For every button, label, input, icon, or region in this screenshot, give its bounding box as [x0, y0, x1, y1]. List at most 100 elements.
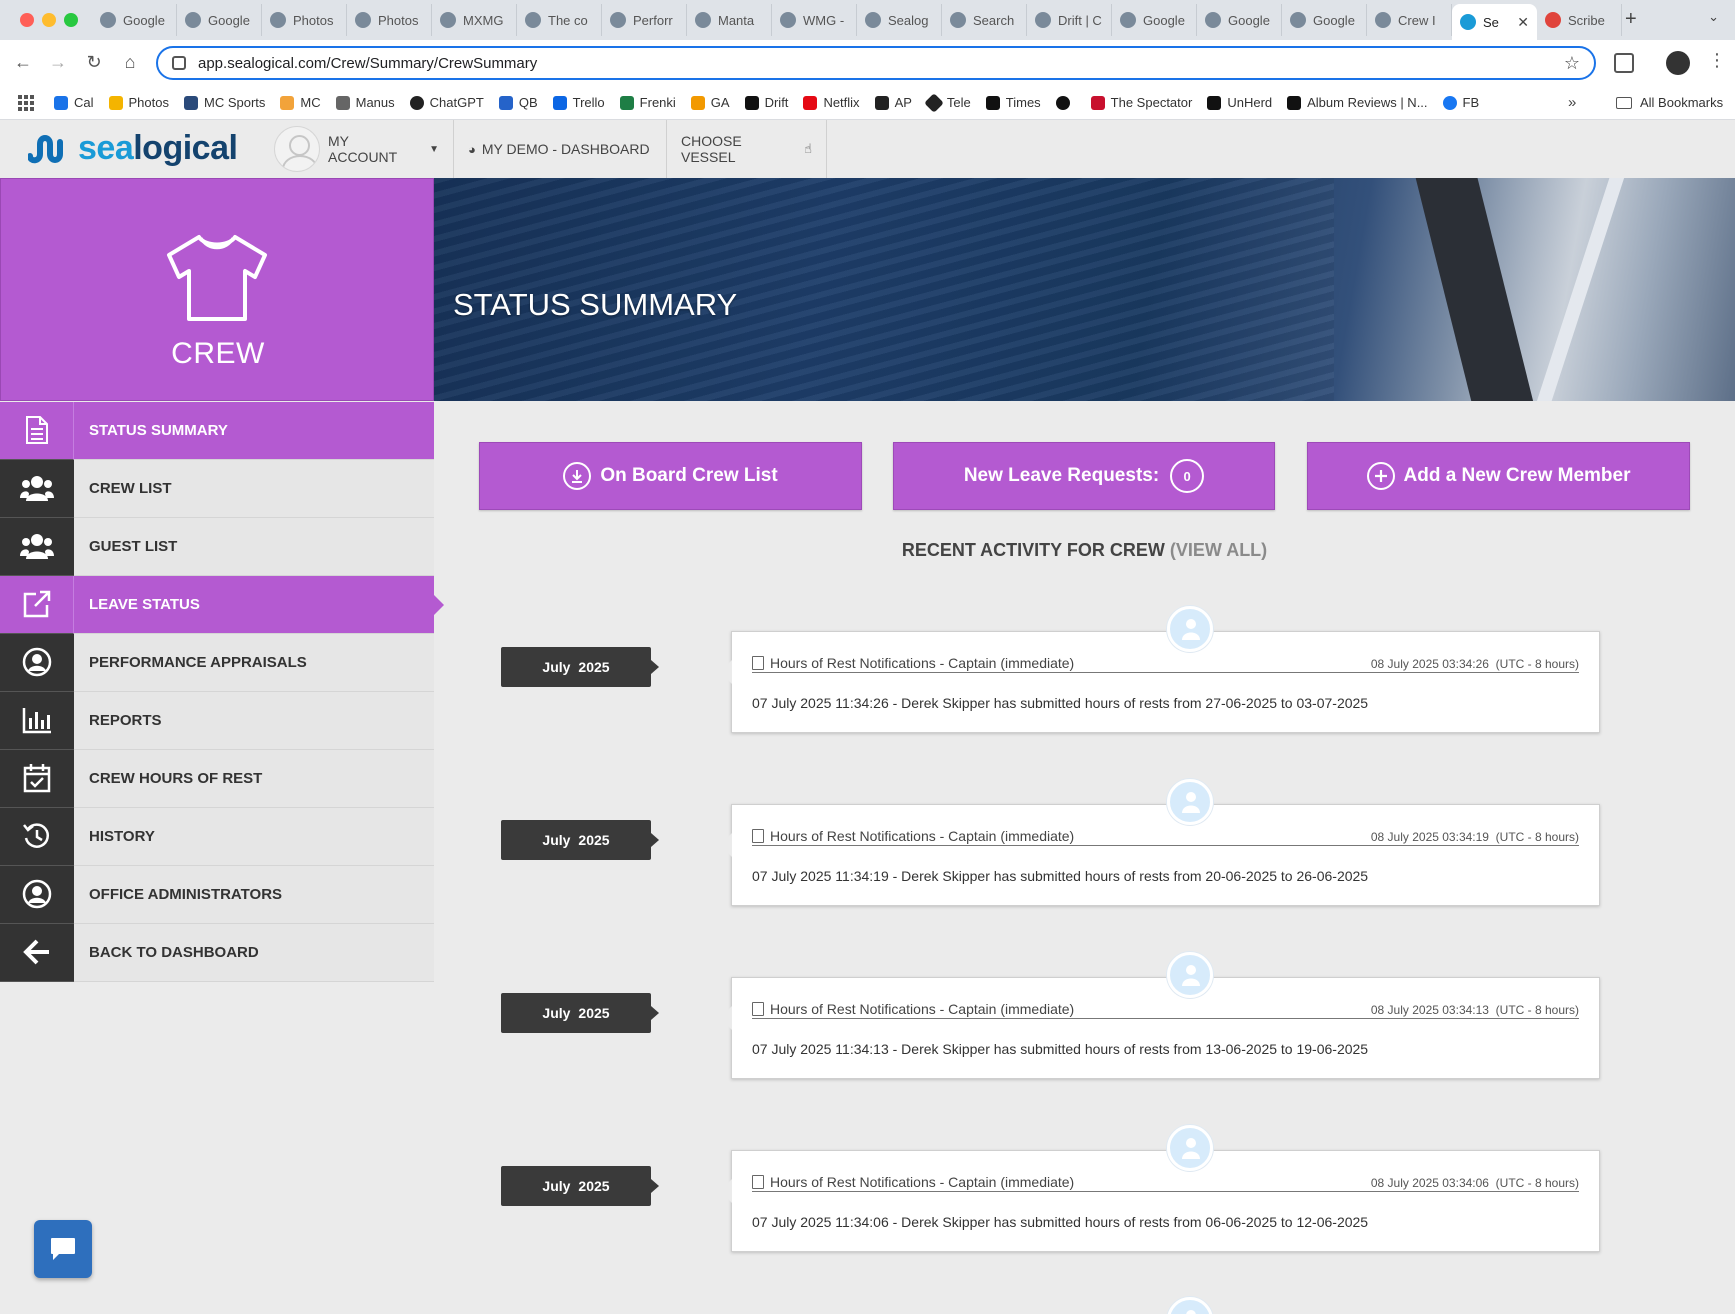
chat-widget-button[interactable]: [34, 1220, 92, 1278]
reload-icon[interactable]: ↻: [83, 52, 105, 73]
favicon-icon: [950, 12, 966, 28]
home-icon[interactable]: ⌂: [119, 52, 141, 73]
sealogical-logo[interactable]: sealogical: [28, 129, 238, 168]
browser-tab[interactable]: Search: [942, 4, 1027, 36]
bookmark-item[interactable]: FB: [1442, 95, 1479, 110]
unherd-icon: [1207, 95, 1222, 110]
bookmark-favicon-icon: [280, 95, 295, 110]
user-icon: [1182, 792, 1200, 813]
apps-grid-icon[interactable]: [18, 94, 34, 111]
bookmark-item[interactable]: MC Sports: [184, 95, 265, 110]
browser-tab[interactable]: Scribe: [1537, 4, 1622, 36]
browser-tab[interactable]: Sealog: [857, 4, 942, 36]
amazon-icon: [874, 95, 889, 110]
browser-tab[interactable]: Photos: [347, 4, 432, 36]
bookmark-item[interactable]: ChatGPT: [409, 95, 484, 110]
more-bookmarks-icon[interactable]: »: [1568, 94, 1576, 111]
bookmark-item[interactable]: AP: [874, 95, 912, 110]
new-leave-requests-button[interactable]: New Leave Requests: 0: [893, 442, 1275, 510]
sidebar-item-crew-list[interactable]: CREW LIST: [0, 459, 434, 518]
browser-tab[interactable]: Perforr: [602, 4, 687, 36]
user-icon: [1182, 619, 1200, 640]
onboard-crew-list-button[interactable]: On Board Crew List: [479, 442, 862, 510]
activity-body: 07 July 2025 11:34:19 - Derek Skipper ha…: [752, 868, 1369, 884]
bookmark-item[interactable]: UnHerd: [1207, 95, 1272, 110]
user-icon: [1182, 965, 1200, 986]
bookmark-item[interactable]: Netflix: [803, 95, 860, 110]
spectator-icon: [1090, 95, 1105, 110]
browser-tab[interactable]: Crew I: [1367, 4, 1452, 36]
browser-tab[interactable]: Google: [1112, 4, 1197, 36]
bookmark-item[interactable]: Photos: [108, 95, 169, 110]
activity-entry: July 2025 Hours of Rest Notifications - C…: [434, 951, 1735, 1121]
sidebar-item-history[interactable]: HISTORY: [0, 807, 434, 866]
bookmark-item[interactable]: Manus: [335, 95, 395, 110]
sidebar-item-reports[interactable]: REPORTS: [0, 691, 434, 750]
browser-tab[interactable]: MXMG: [432, 4, 517, 36]
browser-tab[interactable]: WMG -: [772, 4, 857, 36]
forward-arrow-icon[interactable]: →: [47, 52, 69, 73]
new-tab-button[interactable]: +: [1625, 8, 1637, 31]
activity-card[interactable]: Hours of Rest Notifications - Captain (i…: [720, 804, 1600, 906]
browser-tab[interactable]: Google: [1197, 4, 1282, 36]
sidebar-item-back-to-dashboard[interactable]: BACK TO DASHBOARD: [0, 923, 434, 982]
bookmark-item[interactable]: Album Reviews | N...: [1287, 95, 1428, 110]
sidebar-item-crew-hours-of-rest[interactable]: CREW HOURS OF REST: [0, 749, 434, 808]
globe-icon: [1055, 95, 1070, 110]
browser-menu-icon[interactable]: ⋮: [1708, 50, 1726, 71]
hand-pointer-icon: ☝: [804, 141, 812, 156]
bookmark-item[interactable]: Trello: [552, 95, 605, 110]
activity-card[interactable]: Hours of Rest Notifications - Captain (i…: [720, 1150, 1600, 1252]
sidebar-item-status-summary[interactable]: STATUS SUMMARY: [0, 401, 434, 460]
sidebar-item-performance-appraisals[interactable]: PERFORMANCE APPRAISALS: [0, 633, 434, 692]
facebook-icon: [1442, 95, 1457, 110]
bookmark-item[interactable]: Drift: [744, 95, 788, 110]
sidebar-item-guest-list[interactable]: GUEST LIST: [0, 517, 434, 576]
activity-title: Hours of Rest Notifications - Captain (i…: [770, 1001, 1075, 1017]
extensions-icon[interactable]: [1614, 53, 1634, 73]
sidebar-item-office-administrators[interactable]: OFFICE ADMINISTRATORS: [0, 865, 434, 924]
browser-tabs: Google Google Photos Photos MXMG The co …: [92, 4, 1622, 40]
bookmark-item[interactable]: The Spectator: [1090, 95, 1192, 110]
bookmark-item[interactable]: GA: [690, 95, 730, 110]
activity-card[interactable]: Hours of Rest Notifications - Captain (i…: [720, 631, 1600, 733]
maximize-window-button[interactable]: [64, 13, 78, 27]
demo-dashboard-link[interactable]: ◕ MY DEMO - DASHBOARD: [454, 120, 667, 178]
browser-tab[interactable]: The co: [517, 4, 602, 36]
add-crew-member-button[interactable]: Add a New Crew Member: [1307, 442, 1690, 510]
site-settings-icon[interactable]: [172, 56, 186, 70]
bookmark-item[interactable]: Cal: [54, 95, 94, 110]
activity-card[interactable]: Hours of Rest Notifications - Captain (i…: [720, 977, 1600, 1079]
all-bookmarks[interactable]: All Bookmarks: [1616, 95, 1723, 110]
bookmark-item[interactable]: Tele: [924, 92, 971, 113]
browser-tab[interactable]: Drift | C: [1027, 4, 1112, 36]
browser-tab[interactable]: Manta: [687, 4, 772, 36]
bookmark-item[interactable]: [1055, 95, 1076, 110]
sidebar-item-leave-status[interactable]: LEAVE STATUS: [0, 575, 444, 634]
bookmark-favicon-icon: [498, 95, 513, 110]
view-all-link[interactable]: (VIEW ALL): [1170, 540, 1267, 560]
my-account-menu[interactable]: MY ACCOUNT ▼: [260, 120, 454, 178]
close-tab-icon[interactable]: ✕: [1517, 14, 1529, 31]
browser-tab-active[interactable]: Se ✕: [1452, 4, 1537, 40]
bookmark-item[interactable]: MC: [280, 95, 321, 110]
browser-tab[interactable]: Google: [1282, 4, 1367, 36]
dashboard-gauge-icon: ◕: [468, 141, 476, 157]
favicon-icon: [1290, 12, 1306, 28]
bookmark-item[interactable]: Frenki: [619, 95, 676, 110]
choose-vessel-link[interactable]: CHOOSE VESSEL ☝: [667, 120, 827, 178]
bookmark-item[interactable]: QB: [498, 95, 538, 110]
bookmark-item[interactable]: Times: [985, 95, 1041, 110]
browser-tab[interactable]: Google: [177, 4, 262, 36]
tab-search-chevron-icon[interactable]: ⌄: [1708, 9, 1719, 25]
browser-tab[interactable]: Photos: [262, 4, 347, 36]
browser-tab[interactable]: Google: [92, 4, 177, 36]
profile-avatar-icon[interactable]: [1666, 51, 1690, 75]
minimize-window-button[interactable]: [42, 13, 56, 27]
activity-title: Hours of Rest Notifications - Captain (i…: [770, 828, 1075, 844]
close-window-button[interactable]: [20, 13, 34, 27]
url-field[interactable]: app.sealogical.com/Crew/Summary/CrewSumm…: [156, 46, 1596, 80]
favicon-icon: [1120, 12, 1136, 28]
bookmark-star-icon[interactable]: ☆: [1564, 53, 1580, 74]
back-arrow-icon[interactable]: ←: [12, 52, 34, 73]
